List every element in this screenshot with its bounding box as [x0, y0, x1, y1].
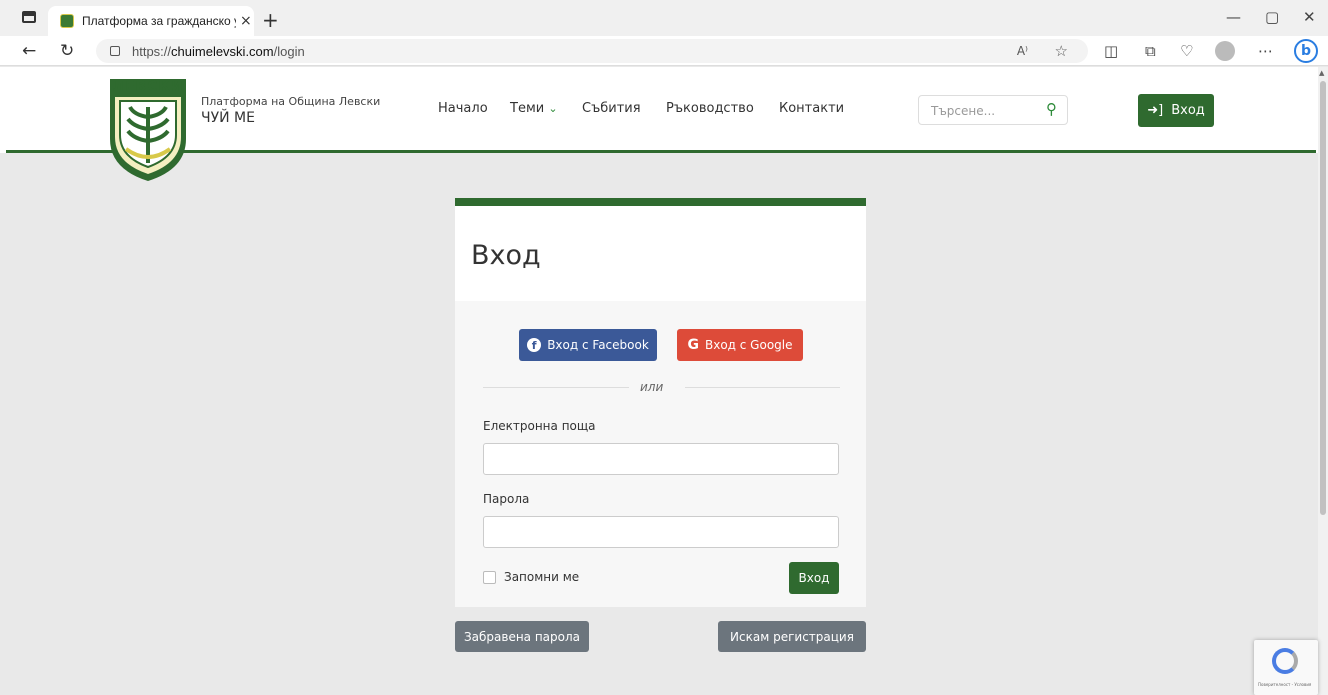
site-header	[0, 67, 1318, 153]
browser-tab-bar: Платформа за гражданско учас × + — ▢ ✕	[0, 0, 1328, 36]
tab-actions-icon[interactable]	[22, 11, 36, 23]
extensions-icon[interactable]: ♡	[1180, 42, 1193, 60]
password-field[interactable]	[483, 516, 839, 548]
password-label: Парола	[483, 492, 530, 506]
logo-text: ЛЕВСКИ	[112, 79, 184, 95]
brand-name[interactable]: ЧУЙ МЕ	[201, 110, 255, 126]
remember-me-checkbox[interactable]	[483, 571, 496, 584]
url-text: https://chuimelevski.com/login	[132, 43, 305, 59]
email-label: Електронна поща	[483, 419, 596, 433]
tab-title: Платформа за гражданско учас	[82, 14, 236, 28]
header-login-button[interactable]: ➜] Вход	[1138, 94, 1214, 127]
recaptcha-badge[interactable]: Поверителност - Условия	[1254, 640, 1318, 695]
recaptcha-icon	[1272, 648, 1298, 674]
google-login-label: Вход с Google	[704, 338, 793, 352]
nav-item-leadership[interactable]: Ръководство	[666, 101, 754, 116]
login-submit-button[interactable]: Вход	[789, 562, 839, 594]
new-tab-button[interactable]: +	[262, 8, 279, 32]
split-screen-icon[interactable]: ◫	[1104, 42, 1118, 60]
bing-icon[interactable]: b	[1294, 39, 1318, 63]
card-accent-bar	[455, 198, 866, 206]
nav-item-topics-label: Теми	[510, 101, 545, 116]
restore-button[interactable]: ▢	[1265, 8, 1279, 26]
more-menu-icon[interactable]: ⋯	[1258, 42, 1273, 60]
google-login-button[interactable]: G Вход с Google	[677, 329, 803, 361]
favicon-icon	[60, 14, 74, 28]
forgot-password-button[interactable]: Забравена парола	[455, 621, 589, 652]
facebook-login-button[interactable]: f Вход с Facebook	[519, 329, 657, 361]
brand-subtitle: Платформа на Община Левски	[201, 95, 381, 108]
email-field[interactable]	[483, 443, 839, 475]
favorite-star-icon[interactable]: ☆	[1055, 42, 1068, 60]
nav-item-events[interactable]: Събития	[582, 101, 641, 116]
nav-item-contacts[interactable]: Контакти	[779, 101, 844, 116]
recaptcha-text: Поверителност - Условия	[1258, 682, 1312, 687]
tab-close-icon[interactable]: ×	[240, 13, 252, 29]
collections-icon[interactable]: ⧉	[1145, 42, 1156, 60]
nav-item-topics[interactable]: Теми ⌄	[510, 101, 558, 116]
close-window-button[interactable]: ✕	[1303, 8, 1316, 26]
facebook-icon: f	[527, 338, 542, 352]
or-separator: или	[640, 380, 664, 394]
minimize-button[interactable]: —	[1226, 8, 1241, 26]
back-arrow-icon[interactable]: ←	[22, 41, 36, 61]
lock-icon	[110, 46, 120, 56]
login-arrow-icon: ➜]	[1147, 103, 1164, 118]
header-divider	[6, 150, 1316, 153]
page-scrollbar[interactable]: ▲	[1318, 67, 1328, 695]
browser-toolbar: ← ↻ https://chuimelevski.com/login A⁾ ☆ …	[0, 36, 1328, 66]
scroll-up-icon[interactable]: ▲	[1319, 69, 1324, 77]
search-icon[interactable]: ⚲	[1046, 100, 1057, 118]
browser-tab[interactable]: Платформа за гражданско учас ×	[48, 6, 254, 36]
refresh-icon[interactable]: ↻	[60, 41, 74, 61]
facebook-login-label: Вход с Facebook	[547, 338, 649, 352]
chevron-down-icon: ⌄	[548, 102, 558, 115]
address-bar[interactable]: https://chuimelevski.com/login A⁾ ☆	[96, 39, 1088, 63]
nav-item-home[interactable]: Начало	[438, 101, 488, 116]
scrollbar-thumb[interactable]	[1320, 81, 1326, 515]
profile-icon[interactable]	[1215, 41, 1235, 61]
header-login-label: Вход	[1171, 103, 1205, 118]
google-icon: G	[687, 337, 699, 353]
page-title: Вход	[471, 240, 541, 271]
site-logo[interactable]: ЛЕВСКИ	[108, 77, 188, 183]
read-aloud-icon[interactable]: A⁾	[1017, 44, 1028, 58]
divider-right	[685, 387, 840, 388]
register-button[interactable]: Искам регистрация	[718, 621, 866, 652]
divider-left	[483, 387, 629, 388]
remember-me-label[interactable]: Запомни ме	[504, 570, 579, 584]
